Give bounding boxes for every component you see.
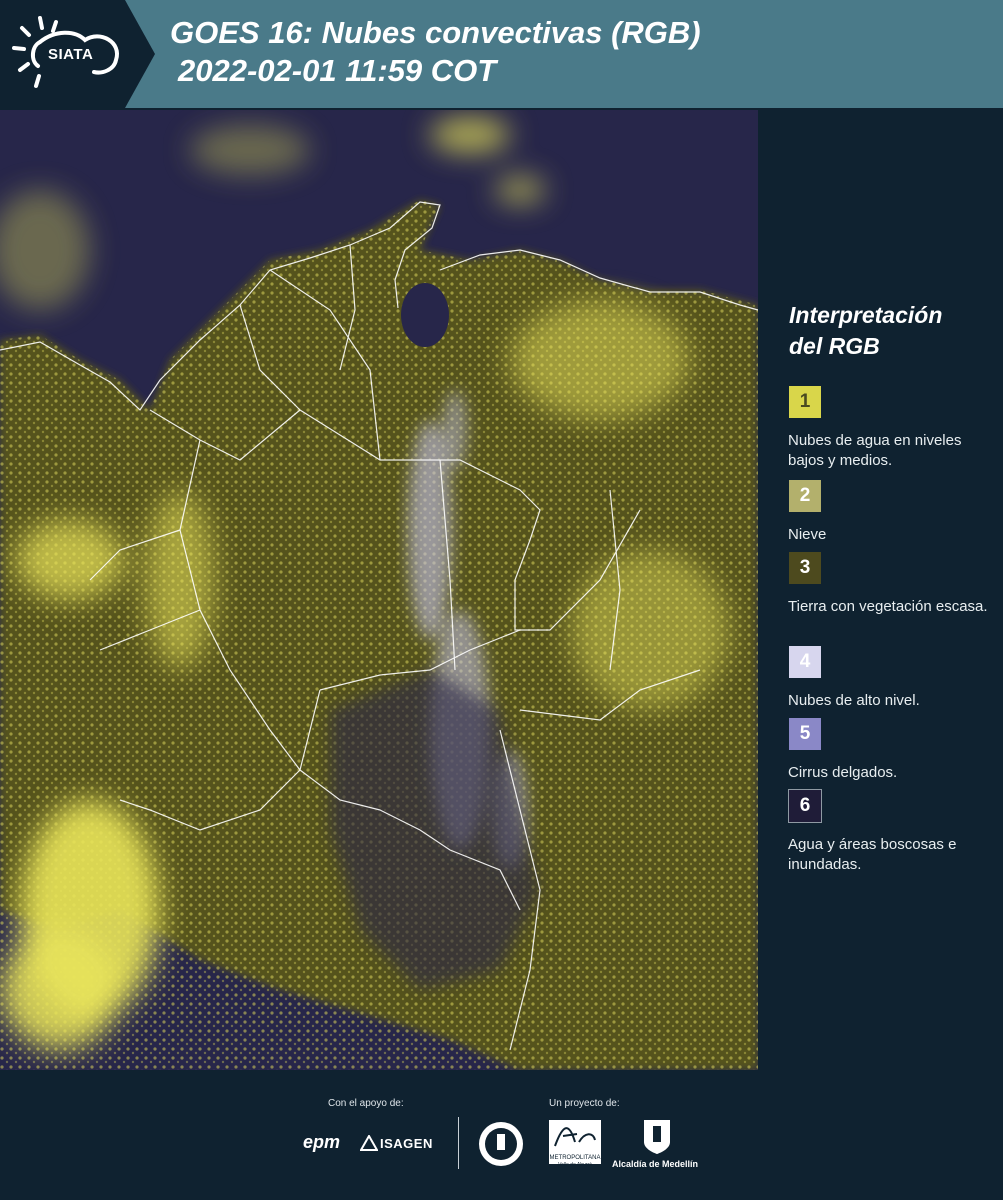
satellite-rgb-image [0, 110, 758, 1070]
medellin-seal-icon[interactable] [477, 1120, 525, 1168]
page-title: GOES 16: Nubes convectivas (RGB) 2022-02… [170, 14, 701, 90]
isagen-logo[interactable]: ISAGEN [380, 1136, 433, 1151]
satellite-map[interactable] [0, 110, 758, 1070]
header-bar: SIATA GOES 16: Nubes convectivas (RGB) 2… [0, 0, 1003, 108]
legend-item-4: 4 Nubes de alto nivel. [788, 645, 988, 711]
legend-label-2: Nieve [788, 526, 827, 543]
legend-label-6: Agua y áreas boscosas e inundadas. [788, 836, 957, 873]
area-script-icon [554, 1127, 596, 1147]
alcaldia-logo[interactable]: Alcaldía de Medellín [612, 1159, 698, 1169]
legend-swatch-1: 1 [788, 385, 822, 419]
legend-swatch-5: 5 [788, 717, 822, 751]
legend-item-6: 6 Agua y áreas boscosas e inundadas. [788, 789, 988, 875]
legend-item-1: 1 Nubes de agua en niveles bajos y medio… [788, 385, 988, 471]
metropolitana-text: METROPOLITANA [549, 1155, 601, 1161]
project-label: Un proyecto de: [549, 1098, 620, 1109]
valle-text: Valle de Aburrá [558, 1162, 592, 1168]
alcaldia-shield-icon [644, 1120, 670, 1154]
legend-item-2: 2 Nieve [788, 479, 988, 545]
legend-label-3: Tierra con vegetación escasa. [788, 598, 988, 615]
area-metropolitana-logo[interactable]: METROPOLITANA Valle de Aburrá [549, 1120, 601, 1168]
legend-title-line1: Interpretación [789, 302, 943, 328]
legend-title: Interpretación del RGB [789, 300, 989, 362]
legend-label-4: Nubes de alto nivel. [788, 692, 920, 709]
legend-title-line2: del RGB [789, 333, 880, 359]
legend-label-1: Nubes de agua en niveles bajos y medios. [788, 432, 962, 469]
legend-swatch-6: 6 [788, 789, 822, 823]
isagen-icon [360, 1135, 378, 1151]
footer-divider [458, 1117, 459, 1169]
legend-item-5: 5 Cirrus delgados. [788, 717, 988, 783]
legend-swatch-4: 4 [788, 645, 822, 679]
legend-label-5: Cirrus delgados. [788, 764, 898, 781]
title-datetime: 2022-02-01 11:59 COT [178, 53, 497, 88]
title-line1: GOES 16: Nubes convectivas (RGB) [170, 15, 701, 50]
logo-text: SIATA [48, 46, 94, 63]
support-label: Con el apoyo de: [328, 1098, 404, 1109]
legend-item-3: 3 Tierra con vegetación escasa. [788, 551, 988, 617]
epm-logo[interactable]: epm [303, 1132, 340, 1153]
legend-swatch-2: 2 [788, 479, 822, 513]
footer: Con el apoyo de: Un proyecto de: epm ISA… [0, 1070, 1003, 1200]
legend-swatch-3: 3 [788, 551, 822, 585]
siata-logo[interactable]: SIATA [0, 0, 155, 108]
